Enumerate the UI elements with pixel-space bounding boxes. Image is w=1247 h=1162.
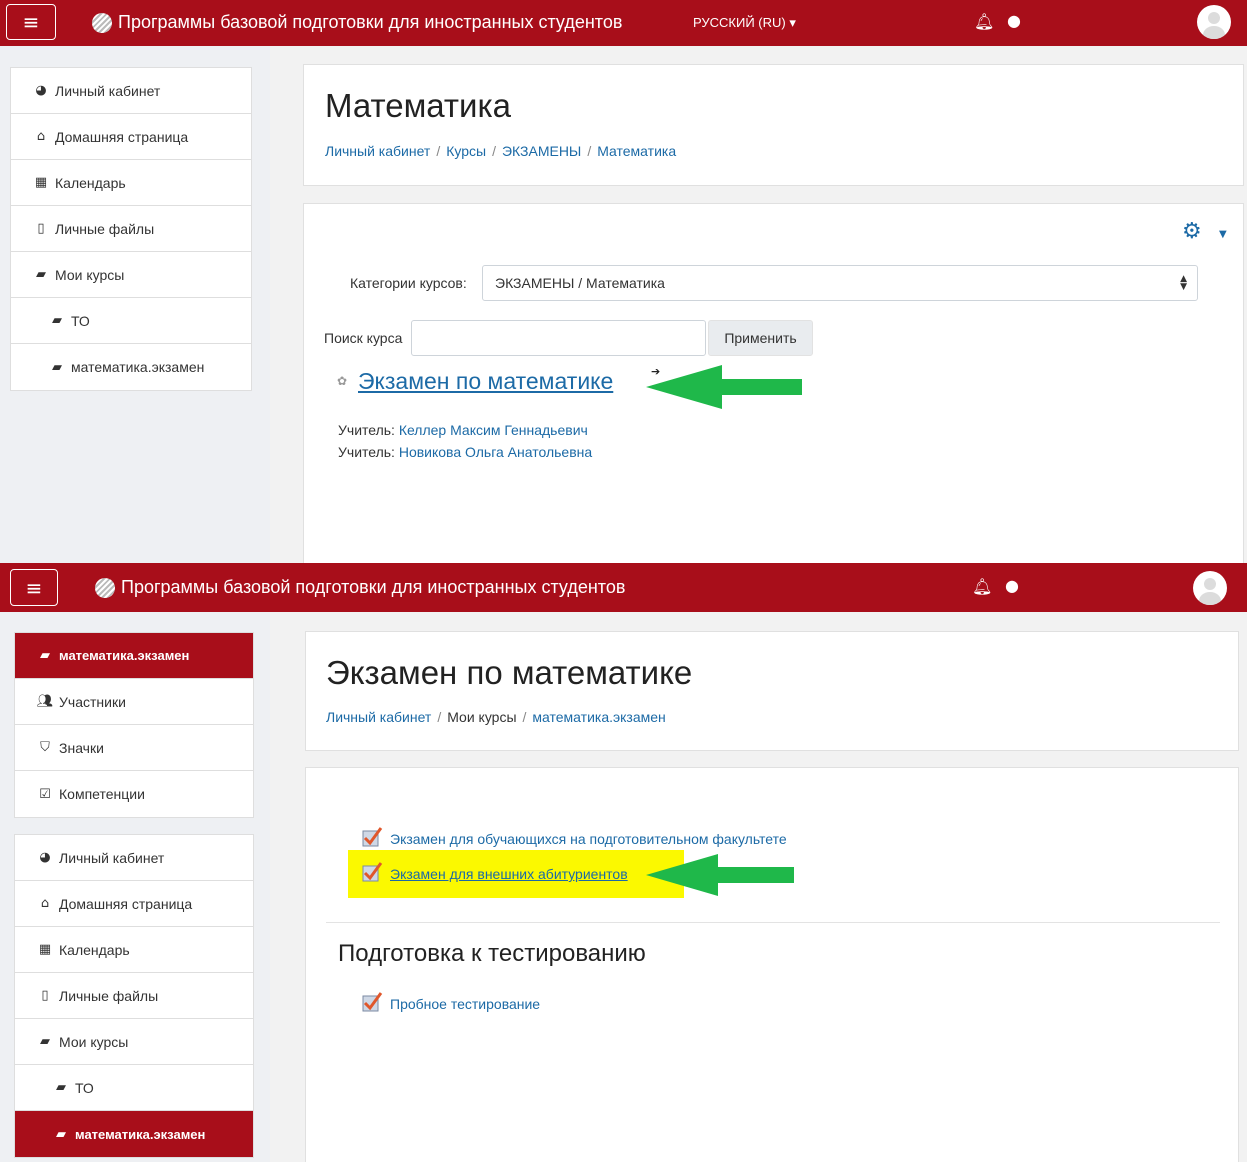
- calendar-icon: ▦: [34, 175, 48, 190]
- home-icon: ⌂: [36, 129, 46, 144]
- checkbox-icon: ☑: [39, 786, 51, 802]
- nav-item-course-math-exam[interactable]: ▰ математика.экзамен: [15, 633, 253, 679]
- notification-bell-icon[interactable]: 🔔︎: [972, 577, 992, 596]
- nav-item-my-courses[interactable]: ▰ Мои курсы: [15, 1019, 253, 1065]
- nav-item-my-courses[interactable]: ▰ Мои курсы: [11, 252, 251, 298]
- page-title: Математика: [325, 87, 511, 124]
- teacher-2-link[interactable]: Новикова Ольга Анатольевна: [399, 444, 592, 460]
- file-icon: ▯: [37, 221, 45, 236]
- course-info-icon: ✿: [337, 374, 348, 388]
- teacher-2: Учитель: Новикова Ольга Анатольевна: [338, 444, 593, 460]
- quiz-icon: [362, 992, 383, 1012]
- gear-icon[interactable]: ⚙: [1182, 219, 1202, 244]
- page-header: Экзамен по математике Личный кабинет / Мои…: [305, 631, 1239, 751]
- nav-item-badges[interactable]: ⛉ Значки: [15, 725, 253, 771]
- category-select[interactable]: ЭКЗАМЕНЫ / Математика ▲ ▼: [482, 265, 1198, 301]
- navbar: ≡ Программы базовой подготовки для иност…: [0, 563, 1247, 612]
- breadcrumb-dashboard[interactable]: Личный кабинет: [325, 143, 430, 159]
- breadcrumb: Личный кабинет / Мои курсы / математика.экза…: [326, 709, 666, 725]
- course-content: Экзамен для обучающихся на подготовитель…: [305, 767, 1239, 1162]
- course-search-input[interactable]: [411, 320, 706, 356]
- nav-item-home[interactable]: ⌂ Домашняя страница: [15, 881, 253, 927]
- course-link[interactable]: Экзамен по математике: [358, 368, 613, 395]
- apply-button[interactable]: Применить: [708, 320, 813, 356]
- nav-item-course-math-exam[interactable]: ▰ математика.экзамен: [11, 344, 251, 390]
- graduation-cap-icon: ▰: [52, 359, 62, 375]
- home-icon: ⌂: [40, 896, 50, 911]
- dashboard-icon: ◕: [39, 850, 51, 865]
- breadcrumb-courses[interactable]: Курсы: [446, 143, 486, 159]
- nav-item-competencies[interactable]: ☑ Компетенции: [15, 771, 253, 817]
- page-header: Математика Личный кабинет / Курсы / ЭКЗАМЕНЫ…: [303, 64, 1244, 186]
- chevron-down-icon[interactable]: ▼: [1219, 229, 1227, 240]
- site-title[interactable]: Программы базовой подготовки для иностра…: [118, 12, 622, 33]
- select-arrows-icon: ▲ ▼: [1180, 274, 1187, 292]
- nav-item-home[interactable]: ⌂ Домашняя страница: [11, 114, 251, 160]
- nav-drawer: ◕ Личный кабинет ⌂ Домашняя страница ▦ Кале…: [14, 834, 254, 1158]
- shield-icon: ⛉: [40, 740, 50, 755]
- activity-link-prep-faculty-exam[interactable]: Экзамен для обучающихся на подготовитель…: [390, 831, 787, 847]
- notification-bell-icon[interactable]: 🔔︎: [974, 12, 994, 31]
- teacher-1-link[interactable]: Келлер Максим Геннадьевич: [399, 422, 588, 438]
- nav-item-course-math-exam-active[interactable]: ▰ математика.экзамен: [15, 1111, 253, 1157]
- quiz-icon: [362, 862, 383, 882]
- hamburger-icon: ≡: [22, 10, 40, 34]
- user-avatar[interactable]: [1197, 5, 1231, 39]
- screenshot-course-page: ≡ Программы базовой подготовки для иност…: [0, 563, 1247, 1162]
- graduation-cap-icon: ▰: [56, 1126, 66, 1142]
- menu-toggle-button[interactable]: ≡: [10, 569, 58, 606]
- nav-item-course-to[interactable]: ▰ ТО: [15, 1065, 253, 1111]
- page-title: Экзамен по математике: [326, 654, 693, 691]
- nav-item-files[interactable]: ▯ Личные файлы: [11, 206, 251, 252]
- dashboard-icon: ◕: [35, 83, 47, 98]
- section-divider: [326, 922, 1220, 923]
- graduation-cap-icon: ▰: [40, 1034, 50, 1049]
- screenshot-course-list: ≡ Программы базовой подготовки для иност…: [0, 0, 1247, 563]
- breadcrumb-exams[interactable]: ЭКЗАМЕНЫ: [502, 143, 581, 159]
- nav-item-dashboard[interactable]: ◕ Личный кабинет: [11, 68, 251, 114]
- site-logo-icon: [95, 578, 115, 598]
- breadcrumb-math-exam[interactable]: математика.экзамен: [532, 709, 665, 725]
- site-title[interactable]: Программы базовой подготовки для иностра…: [121, 577, 625, 598]
- nav-item-calendar[interactable]: ▦ Календарь: [15, 927, 253, 973]
- graduation-cap-icon: ▰: [40, 648, 50, 663]
- course-list-card: ⚙ ▼ Категории курсов: ЭКЗАМЕНЫ / Математ…: [303, 203, 1244, 563]
- breadcrumb-math[interactable]: Математика: [597, 143, 676, 159]
- graduation-cap-icon: ▰: [36, 267, 46, 282]
- navbar: ≡ Программы базовой подготовки для иност…: [0, 0, 1247, 46]
- messages-icon[interactable]: ●: [1007, 11, 1021, 30]
- breadcrumb-dashboard[interactable]: Личный кабинет: [326, 709, 431, 725]
- nav-drawer: ◕ Личный кабинет ⌂ Домашняя страница ▦ Кале…: [10, 67, 252, 391]
- nav-item-dashboard[interactable]: ◕ Личный кабинет: [15, 835, 253, 881]
- calendar-icon: ▦: [38, 942, 52, 957]
- category-label: Категории курсов:: [350, 275, 467, 291]
- breadcrumb: Личный кабинет / Курсы / ЭКЗАМЕНЫ / Математика: [325, 143, 677, 159]
- graduation-cap-icon: ▰: [52, 313, 62, 328]
- green-arrow-icon: [646, 365, 802, 409]
- section-title: Подготовка к тестированию: [338, 940, 646, 967]
- graduation-cap-icon: ▰: [56, 1080, 66, 1095]
- course-nav-drawer: ▰ математика.экзамен 👥︎ Участники ⛉ Значки …: [14, 632, 254, 818]
- users-icon: 👥︎: [36, 694, 54, 709]
- activity-link-external-applicants-exam[interactable]: Экзамен для внешних абитуриентов: [390, 866, 628, 882]
- nav-item-participants[interactable]: 👥︎ Участники: [15, 679, 253, 725]
- search-label: Поиск курса: [324, 330, 403, 346]
- green-arrow-icon: [646, 854, 794, 896]
- quiz-icon: [362, 827, 383, 847]
- user-avatar[interactable]: [1193, 571, 1227, 605]
- language-menu[interactable]: РУССКИЙ (RU) ▾: [693, 15, 796, 31]
- messages-icon[interactable]: ●: [1005, 576, 1019, 595]
- site-logo-icon: [92, 13, 112, 33]
- nav-item-calendar[interactable]: ▦ Календарь: [11, 160, 251, 206]
- file-icon: ▯: [41, 988, 49, 1003]
- teacher-1: Учитель: Келлер Максим Геннадьевич: [338, 422, 588, 438]
- breadcrumb-my-courses: Мои курсы: [447, 709, 517, 725]
- activity-link-practice-test[interactable]: Пробное тестирование: [390, 996, 540, 1012]
- nav-item-files[interactable]: ▯ Личные файлы: [15, 973, 253, 1019]
- nav-item-course-to[interactable]: ▰ ТО: [11, 298, 251, 344]
- menu-toggle-button[interactable]: ≡: [6, 4, 56, 40]
- hamburger-icon: ≡: [25, 575, 43, 600]
